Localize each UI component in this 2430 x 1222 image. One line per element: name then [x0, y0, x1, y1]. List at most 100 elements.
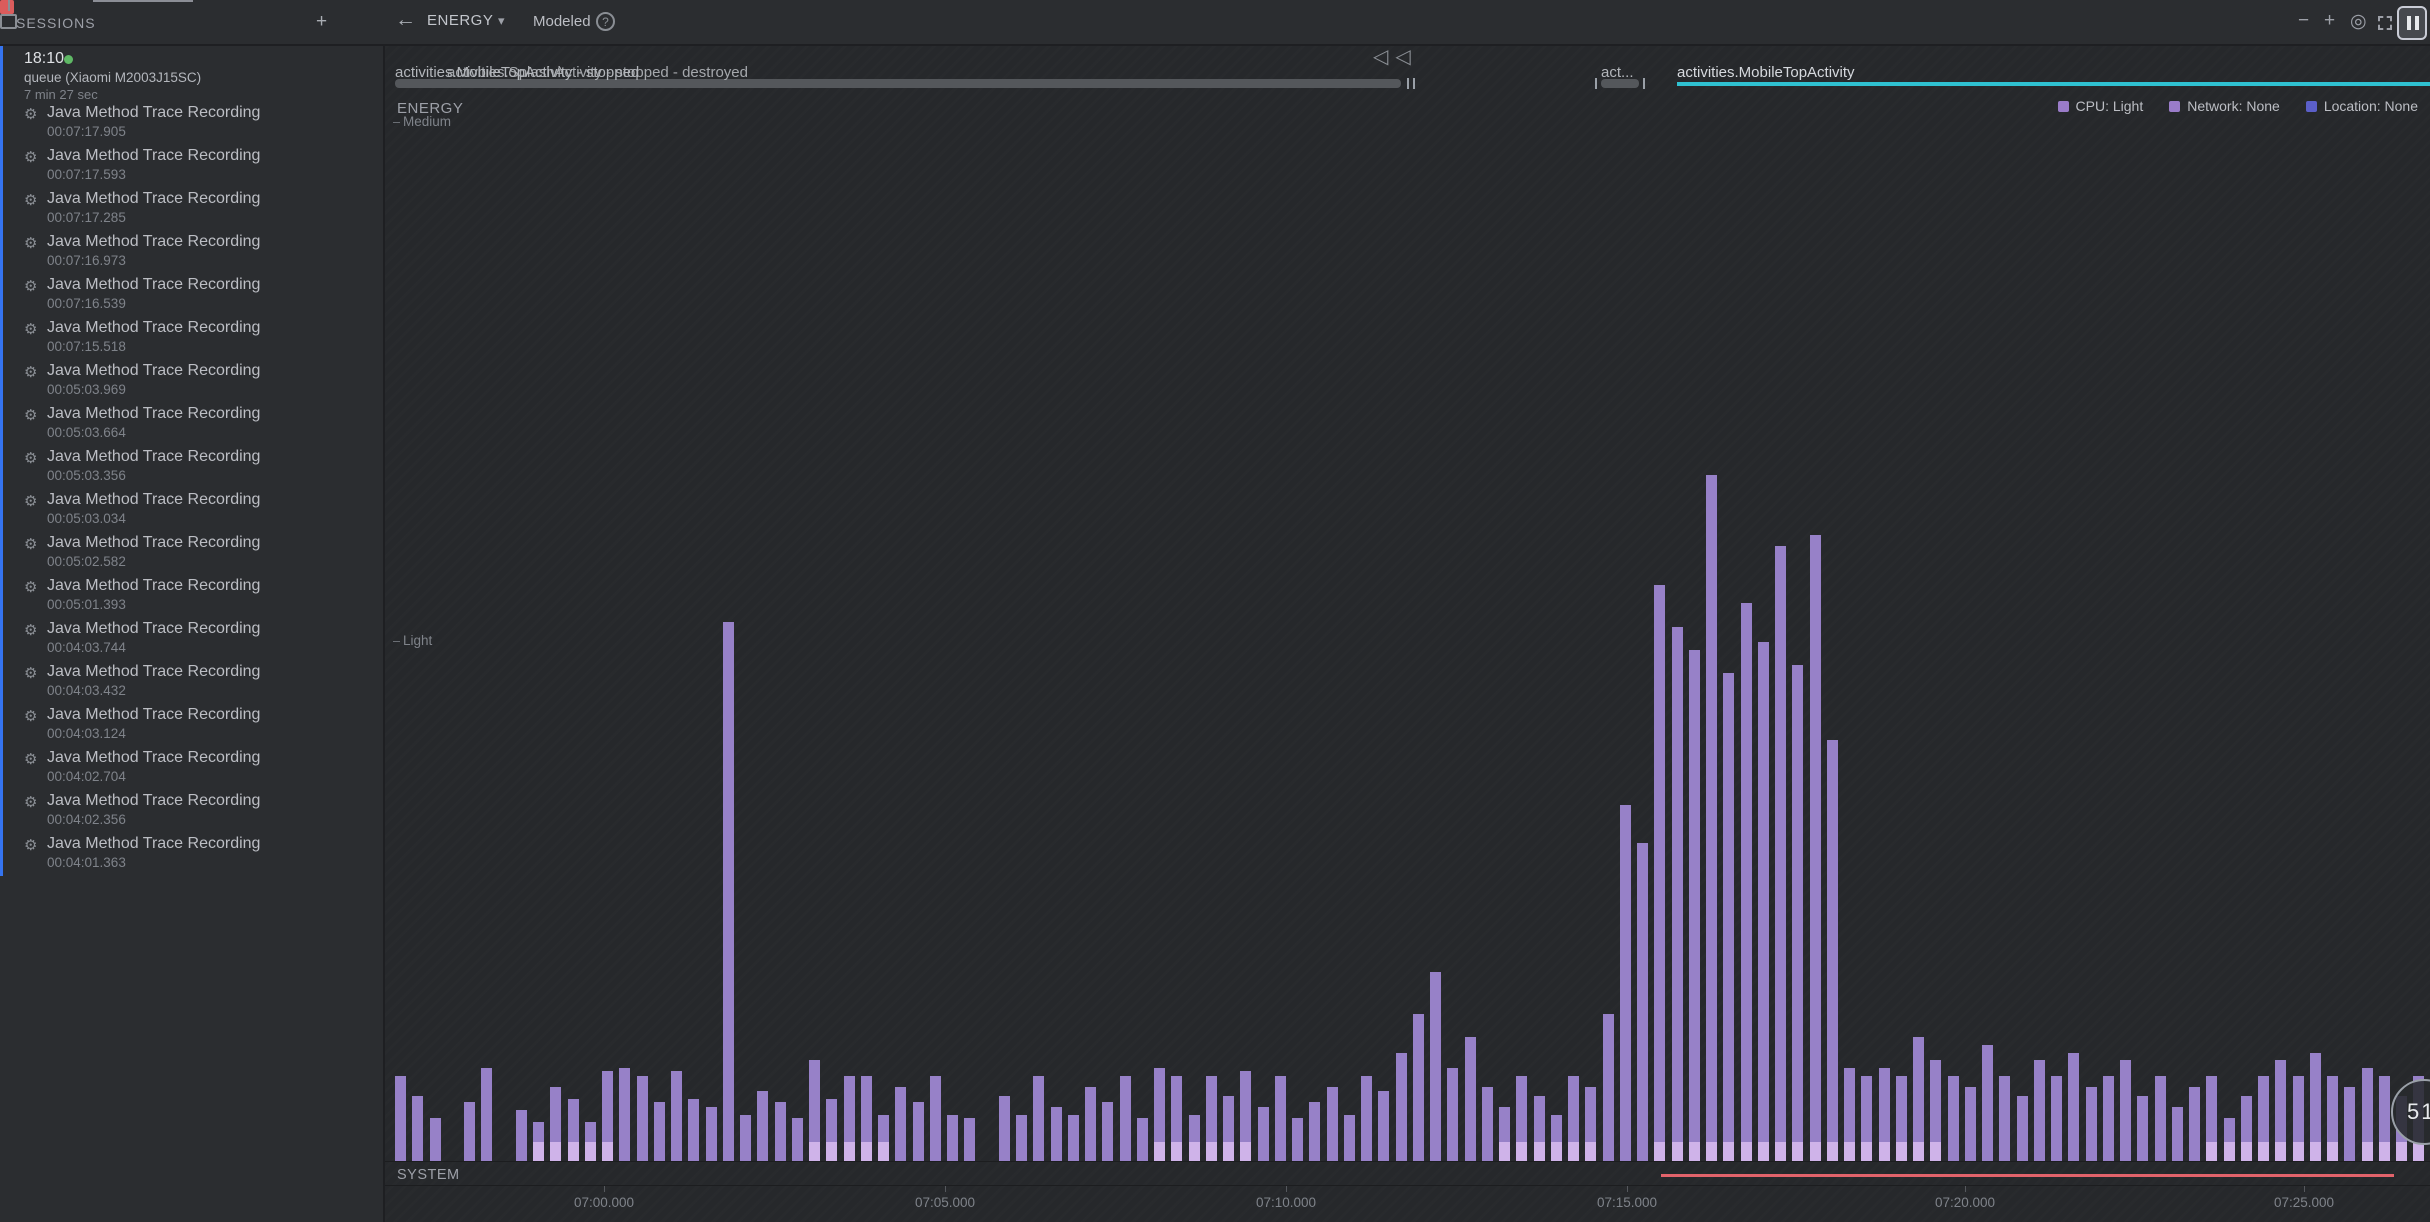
- modeled-label: Modeled: [533, 13, 591, 30]
- session-item[interactable]: ⚙Java Method Trace Recording00:04:03.124: [0, 706, 383, 749]
- time-axis: 07:00.00007:05.00007:10.00007:15.00007:2…: [385, 1186, 2430, 1222]
- session-item-title: Java Method Trace Recording: [47, 620, 260, 638]
- session-item-title: Java Method Trace Recording: [47, 663, 260, 681]
- energy-profiler-main: ◁◁ activities.MobileTopActivity - stoppe…: [385, 46, 2430, 1222]
- session-item-time: 00:05:03.034: [47, 511, 126, 526]
- energy-bar-light-segment: [533, 1142, 544, 1161]
- pause-live-button[interactable]: [2397, 6, 2427, 40]
- gear-icon: ⚙: [24, 449, 37, 467]
- axis-tick-mark: [945, 1186, 946, 1192]
- energy-bar: [1879, 1068, 1890, 1161]
- session-item[interactable]: ⚙Java Method Trace Recording00:04:03.744: [0, 620, 383, 663]
- session-item-time: 00:04:01.363: [47, 855, 126, 870]
- energy-bar: [1999, 1076, 2010, 1161]
- energy-bar-light-segment: [1516, 1142, 1527, 1161]
- energy-bar: [481, 1068, 492, 1161]
- range-handle[interactable]: [1643, 78, 1645, 89]
- session-start-time: 18:10: [24, 50, 64, 68]
- session-item-time: 00:04:03.124: [47, 726, 126, 741]
- energy-bar: [2086, 1087, 2097, 1161]
- session-item[interactable]: ⚙Java Method Trace Recording00:05:03.664: [0, 405, 383, 448]
- session-item[interactable]: ⚙Java Method Trace Recording00:04:02.356: [0, 792, 383, 835]
- axis-tick-label: 07:05.000: [900, 1195, 990, 1210]
- help-icon[interactable]: ?: [596, 12, 615, 31]
- session-item[interactable]: ⚙Java Method Trace Recording00:05:01.393: [0, 577, 383, 620]
- energy-bar: [1465, 1037, 1476, 1161]
- session-item-time: 00:04:03.432: [47, 683, 126, 698]
- energy-bar: [1068, 1115, 1079, 1161]
- session-item[interactable]: ⚙Java Method Trace Recording00:07:17.593: [0, 147, 383, 190]
- energy-bar: [637, 1076, 648, 1161]
- session-item-title: Java Method Trace Recording: [47, 405, 260, 423]
- axis-tick-mark: [1286, 1186, 1287, 1192]
- session-item[interactable]: ⚙Java Method Trace Recording00:04:02.704: [0, 749, 383, 792]
- energy-bar: [1137, 1118, 1148, 1161]
- add-session-button[interactable]: +: [316, 11, 327, 33]
- reset-zoom-button[interactable]: ◎: [2350, 10, 2367, 33]
- energy-bar: [2206, 1076, 2217, 1161]
- session-item[interactable]: ⚙Java Method Trace Recording00:07:16.973: [0, 233, 383, 276]
- range-handle[interactable]: [1595, 78, 1597, 89]
- energy-bar-light-segment: [1706, 1142, 1717, 1161]
- system-event-line: [1661, 1174, 2394, 1177]
- profiler-window: SESSIONS + ← ENERGY ▾ Modeled ? − + ◎ 18…: [0, 0, 2430, 1222]
- session-item-time: 00:05:03.356: [47, 468, 126, 483]
- session-item[interactable]: ⚙Java Method Trace Recording00:07:17.905: [0, 104, 383, 147]
- energy-bar-light-segment: [1861, 1142, 1872, 1161]
- prev-event-icon[interactable]: ◁: [1373, 46, 1395, 68]
- session-item[interactable]: ⚙Java Method Trace Recording00:07:16.539: [0, 276, 383, 319]
- session-item[interactable]: ⚙Java Method Trace Recording00:07:15.518: [0, 319, 383, 362]
- gear-icon: ⚙: [24, 535, 37, 553]
- energy-bar: [1085, 1087, 1096, 1161]
- session-item-time: 00:07:16.539: [47, 296, 126, 311]
- session-item-title: Java Method Trace Recording: [47, 276, 260, 294]
- zoom-out-button[interactable]: −: [2298, 10, 2309, 32]
- gear-icon: ⚙: [24, 148, 37, 166]
- energy-bar: [1982, 1045, 1993, 1161]
- session-item[interactable]: ⚙Java Method Trace Recording00:05:03.969: [0, 362, 383, 405]
- zoom-to-selection-button[interactable]: [2378, 16, 2392, 30]
- energy-bar: [2103, 1076, 2114, 1161]
- energy-bar: [2017, 1096, 2028, 1161]
- energy-bar: [2379, 1076, 2390, 1161]
- range-handle[interactable]: [1407, 78, 1409, 89]
- activity-label-overlap-2: activities.SplashActivity - stopped - de…: [447, 64, 748, 81]
- energy-bar-light-segment: [1206, 1142, 1217, 1161]
- energy-bar: [1620, 805, 1631, 1161]
- energy-bar-light-segment: [2258, 1142, 2269, 1161]
- energy-bar-light-segment: [1189, 1142, 1200, 1161]
- energy-bar: [1482, 1087, 1493, 1161]
- session-item[interactable]: ⚙Java Method Trace Recording00:07:17.285: [0, 190, 383, 233]
- session-item-time: 00:04:02.704: [47, 769, 126, 784]
- panel-layout-icon[interactable]: [0, 14, 17, 29]
- gear-icon: ⚙: [24, 750, 37, 768]
- zoom-in-button[interactable]: +: [2324, 10, 2335, 32]
- energy-bar: [1171, 1076, 1182, 1161]
- profiler-view-select[interactable]: ENERGY: [427, 12, 493, 29]
- energy-bar: [1775, 546, 1786, 1161]
- stop-recording-button[interactable]: [0, 0, 14, 14]
- session-item-title: Java Method Trace Recording: [47, 190, 260, 208]
- energy-bar: [2258, 1076, 2269, 1161]
- session-item[interactable]: ⚙Java Method Trace Recording00:04:01.363: [0, 835, 383, 878]
- energy-bar: [1672, 627, 1683, 1161]
- session-item[interactable]: ⚙Java Method Trace Recording00:05:02.582: [0, 534, 383, 577]
- energy-bar-light-segment: [2396, 1142, 2407, 1161]
- session-item[interactable]: ⚙Java Method Trace Recording00:05:03.034: [0, 491, 383, 534]
- energy-bar: [2120, 1060, 2131, 1161]
- jump-to-previous-icons[interactable]: ◁◁: [1373, 46, 1418, 69]
- session-item-time: 00:07:17.285: [47, 210, 126, 225]
- activity-label-truncated: act...: [1601, 64, 1634, 81]
- session-item-time: 00:07:15.518: [47, 339, 126, 354]
- range-handle[interactable]: [1413, 78, 1415, 89]
- energy-bar: [2137, 1096, 2148, 1161]
- back-button[interactable]: ←: [395, 8, 416, 32]
- session-item-time: 00:04:02.356: [47, 812, 126, 827]
- energy-bar-light-segment: [1758, 1142, 1769, 1161]
- prev-event-icon[interactable]: ◁: [1395, 46, 1417, 68]
- energy-bar: [1189, 1115, 1200, 1161]
- energy-bar: [1948, 1076, 1959, 1161]
- current-activity-bar[interactable]: [1677, 82, 2430, 86]
- session-item[interactable]: ⚙Java Method Trace Recording00:04:03.432: [0, 663, 383, 706]
- session-item[interactable]: ⚙Java Method Trace Recording00:05:03.356: [0, 448, 383, 491]
